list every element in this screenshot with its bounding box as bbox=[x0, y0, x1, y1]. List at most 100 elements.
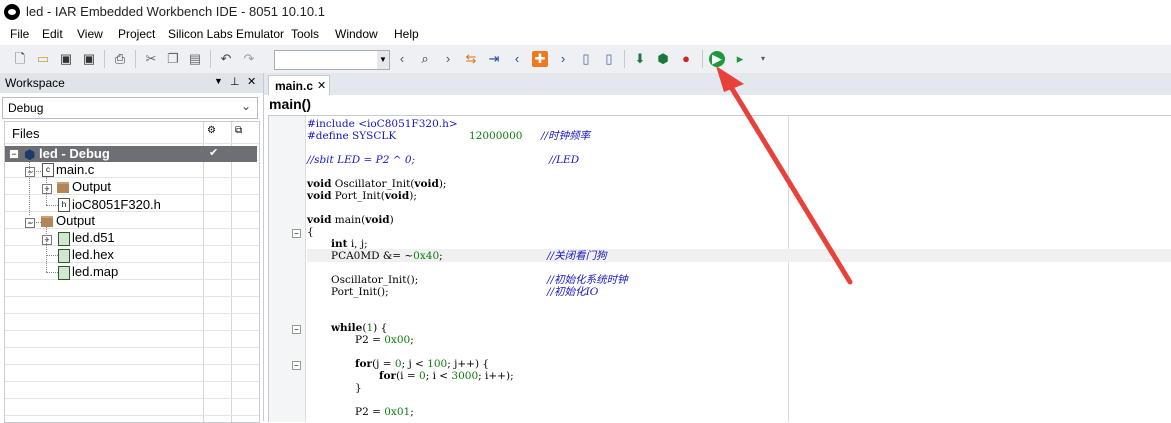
workspace-panel: Workspace ▼ ⊥ ✕ Debug ⌄ Files ⚙ ⧉ − ⬢ le… bbox=[0, 73, 264, 423]
close-icon[interactable]: ✕ bbox=[247, 75, 256, 88]
fold-icon[interactable]: − bbox=[292, 229, 301, 238]
code-line: Oscillator_Init();//初始化系统时钟 bbox=[331, 274, 628, 286]
title-bar: led - IAR Embedded Workbench IDE - 8051 … bbox=[0, 0, 1171, 24]
tree-label-project: led - Debug bbox=[39, 146, 110, 161]
code-line: P2 = 0x01; bbox=[355, 406, 414, 418]
menu-bar: File Edit View Project Silicon Labs Emul… bbox=[0, 24, 1171, 45]
compile-icon[interactable]: ⬇ bbox=[632, 51, 648, 67]
code-line: PCA0MD &= ~0x40;//关闭看门狗 bbox=[331, 250, 607, 262]
menu-silicon-labs-emulator[interactable]: Silicon Labs Emulator bbox=[168, 27, 284, 41]
back-icon[interactable]: ‹ bbox=[394, 51, 410, 67]
editor-gutter: − − − bbox=[269, 116, 306, 422]
current-function: main() bbox=[269, 96, 311, 112]
tree-label-led-d51[interactable]: led.d51 bbox=[72, 230, 115, 245]
folder-icon bbox=[57, 182, 69, 193]
bookmark-list-2-icon[interactable]: ▯ bbox=[601, 51, 617, 67]
tree-label-main-c[interactable]: main.c bbox=[56, 162, 94, 177]
menu-window[interactable]: Window bbox=[335, 27, 378, 41]
pin-icon[interactable]: ⊥ bbox=[230, 75, 240, 88]
prev-bookmark-icon[interactable]: ‹ bbox=[509, 51, 525, 67]
code-line: void Oscillator_Init(void); bbox=[307, 178, 447, 190]
c-file-icon: c bbox=[42, 163, 54, 177]
code-line: P2 = 0x00; bbox=[355, 334, 414, 346]
configuration-value: Debug bbox=[8, 101, 44, 115]
breakpoint-icon[interactable]: ✚ bbox=[532, 51, 548, 67]
folder-icon bbox=[41, 216, 53, 227]
go-to-line-icon[interactable]: ⇥ bbox=[486, 51, 502, 67]
debug-icon[interactable]: ▶ bbox=[709, 51, 725, 67]
tab-main-c[interactable]: main.c ✕ bbox=[268, 75, 330, 96]
chevron-down-icon: ⌄ bbox=[240, 99, 251, 113]
make-icon[interactable]: ⬢ bbox=[655, 51, 671, 67]
redo-icon[interactable]: ↷ bbox=[241, 51, 257, 67]
new-file-icon[interactable]: 🗋 bbox=[12, 51, 28, 67]
configuration-select[interactable]: Debug ⌄ bbox=[2, 97, 258, 119]
fold-icon[interactable]: − bbox=[292, 325, 301, 334]
next-bookmark-icon[interactable]: › bbox=[555, 51, 571, 67]
code-line: #include <ioC8051F320.h> bbox=[307, 118, 458, 130]
tab-label: main.c bbox=[275, 79, 314, 93]
bookmark-list-icon[interactable]: ▯ bbox=[578, 51, 594, 67]
file-tree: Files ⚙ ⧉ − ⬢ led - Debug ✔ − c main.c +… bbox=[4, 121, 260, 423]
menu-edit[interactable]: Edit bbox=[42, 27, 63, 41]
collapse-icon[interactable]: − bbox=[9, 149, 19, 159]
tree-label-header[interactable]: ioC8051F320.h bbox=[72, 197, 161, 212]
menu-view[interactable]: View bbox=[77, 27, 103, 41]
build-column-icon[interactable]: ⚙ bbox=[207, 125, 216, 136]
undo-icon[interactable]: ↶ bbox=[218, 51, 234, 67]
editor-pane: main.c ✕ main() − − − #include <ioC8051F… bbox=[264, 73, 1171, 422]
editor-tab-strip: main.c ✕ bbox=[264, 73, 1171, 96]
code-editor[interactable]: − − − #include <ioC8051F320.h> #define S… bbox=[268, 115, 1171, 422]
chevron-down-icon[interactable]: ▼ bbox=[214, 76, 223, 86]
chevron-down-icon[interactable]: ▼ bbox=[377, 51, 389, 69]
workspace-title: Workspace bbox=[5, 76, 65, 90]
code-line: int i, j; bbox=[331, 238, 368, 250]
close-icon[interactable]: ✕ bbox=[317, 79, 326, 92]
forward-icon[interactable]: › bbox=[440, 51, 456, 67]
toolbar-overflow-icon[interactable]: ▾ bbox=[755, 51, 771, 67]
code-line: { bbox=[307, 226, 314, 238]
file-icon bbox=[58, 266, 70, 280]
copy-icon[interactable]: ❐ bbox=[165, 51, 181, 67]
options-column-icon[interactable]: ⧉ bbox=[235, 125, 242, 136]
save-all-icon[interactable]: ▣ bbox=[81, 51, 97, 67]
menu-project[interactable]: Project bbox=[118, 27, 155, 41]
paste-icon[interactable]: ▤ bbox=[187, 51, 203, 67]
file-icon bbox=[58, 232, 70, 246]
code-line: #define SYSCLK 12000000//时钟频率 bbox=[307, 130, 591, 142]
code-line: //sbit LED = P2 ^ 0;//LED bbox=[307, 154, 580, 166]
function-navigator[interactable]: main() bbox=[264, 95, 1171, 115]
code-line: for(j = 0; j < 100; j++) { bbox=[355, 358, 490, 370]
file-icon bbox=[58, 249, 70, 263]
open-icon[interactable]: ▭ bbox=[35, 51, 51, 67]
tree-label-output[interactable]: Output bbox=[56, 213, 95, 228]
window-title: led - IAR Embedded Workbench IDE - 8051 … bbox=[26, 4, 325, 19]
code-line: for(i = 0; i < 3000; i++); bbox=[379, 370, 514, 382]
toggle-bookmark-icon[interactable]: ⇆ bbox=[463, 51, 479, 67]
tree-label-led-hex[interactable]: led.hex bbox=[72, 247, 114, 262]
download-icon[interactable]: ▸ bbox=[732, 51, 748, 67]
code-line: void Port_Init(void); bbox=[307, 190, 417, 202]
cut-icon[interactable]: ✂ bbox=[143, 51, 159, 67]
menu-file[interactable]: File bbox=[10, 27, 29, 41]
save-icon[interactable]: ▣ bbox=[58, 51, 74, 67]
code-line: while(1) { bbox=[331, 322, 388, 334]
code-line: Port_Init();//初始化IO bbox=[331, 286, 599, 298]
code-line: void main(void) bbox=[307, 214, 394, 226]
toolbar: 🗋 ▭ ▣ ▣ ⎙ ✂ ❐ ▤ ↶ ↷ ▼ ‹ ⌕ › ⇆ ⇥ ‹ ✚ › ▯ … bbox=[0, 45, 1171, 74]
tree-row-project[interactable]: − ⬢ led - Debug ✔ bbox=[5, 146, 257, 162]
code-line: } bbox=[355, 382, 362, 394]
menu-tools[interactable]: Tools bbox=[291, 27, 319, 41]
print-icon[interactable]: ⎙ bbox=[112, 51, 128, 67]
menu-help[interactable]: Help bbox=[394, 27, 419, 41]
fold-icon[interactable]: − bbox=[292, 361, 301, 370]
check-icon: ✔ bbox=[209, 147, 219, 159]
iar-logo-icon bbox=[4, 4, 20, 20]
find-combo[interactable]: ▼ bbox=[274, 50, 390, 70]
workspace-header: Workspace ▼ ⊥ ✕ bbox=[0, 73, 263, 93]
files-column-header[interactable]: Files bbox=[12, 126, 39, 141]
tree-label-led-map[interactable]: led.map bbox=[72, 264, 118, 279]
tree-label-output-main[interactable]: Output bbox=[72, 179, 111, 194]
find-icon[interactable]: ⌕ bbox=[417, 51, 433, 67]
stop-build-icon[interactable]: ● bbox=[678, 51, 694, 67]
